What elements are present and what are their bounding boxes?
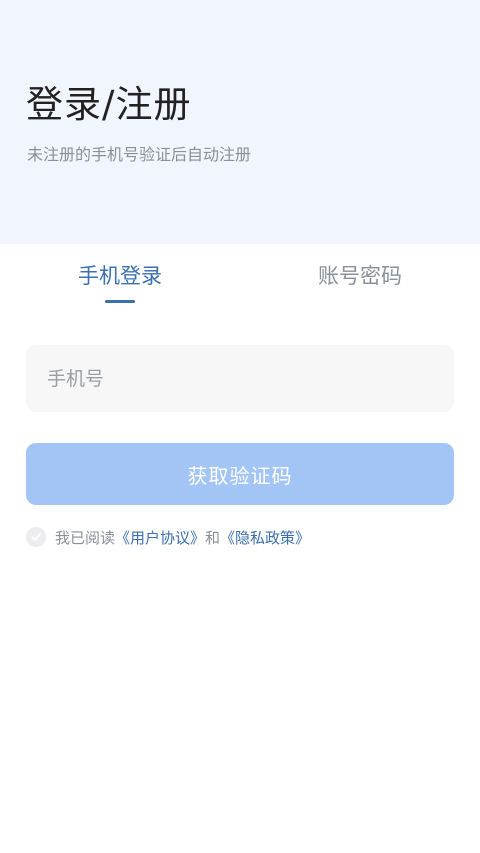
privacy-policy-link[interactable]: 《隐私政策》 [220, 527, 310, 548]
agreement-checkbox[interactable] [26, 527, 46, 547]
agreement-prefix: 我已阅读 [55, 528, 116, 547]
login-page: 登录/注册 未注册的手机号验证后自动注册 手机登录 账号密码 获取验证码 我已阅… [0, 0, 480, 853]
agreement-row: 我已阅读 《用户协议》 和 《隐私政策》 [26, 526, 310, 548]
phone-input[interactable] [47, 345, 433, 412]
get-code-button[interactable]: 获取验证码 [26, 443, 454, 505]
user-agreement-link[interactable]: 《用户协议》 [115, 527, 205, 548]
phone-field [26, 345, 454, 412]
login-tabs: 手机登录 账号密码 [0, 244, 480, 314]
header-banner: 登录/注册 未注册的手机号验证后自动注册 [0, 0, 480, 244]
tab-phone-login[interactable]: 手机登录 [0, 260, 240, 290]
agreement-conjunction: 和 [205, 528, 221, 547]
check-icon [31, 533, 41, 541]
tab-account-password[interactable]: 账号密码 [240, 260, 480, 290]
page-subtitle: 未注册的手机号验证后自动注册 [27, 145, 252, 164]
active-tab-indicator [105, 300, 135, 303]
page-title: 登录/注册 [26, 83, 192, 126]
